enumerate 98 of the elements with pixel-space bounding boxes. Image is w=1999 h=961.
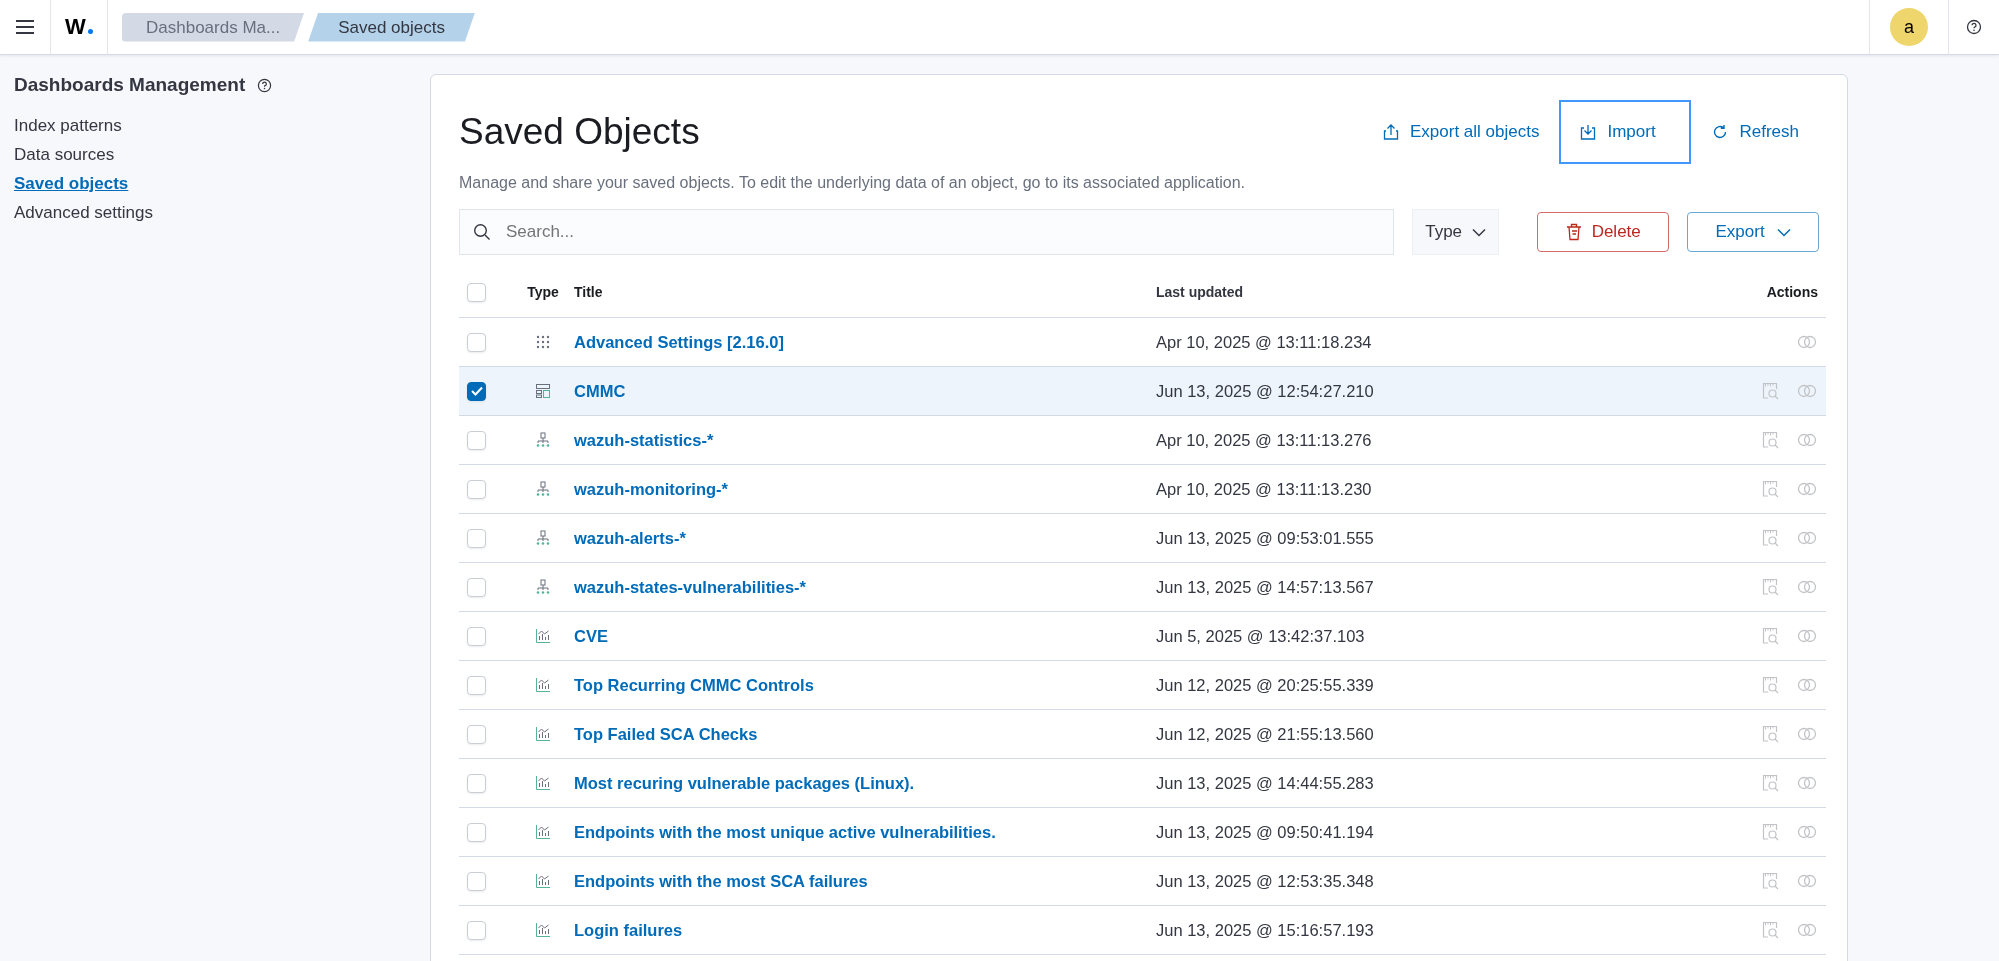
download-icon — [1579, 123, 1598, 141]
upload-icon — [1382, 123, 1400, 141]
last-updated-text: Apr 10, 2025 @ 13:11:13.230 — [1156, 479, 1372, 498]
chart-icon — [535, 726, 551, 742]
last-updated-text: Jun 13, 2025 @ 09:50:41.194 — [1156, 822, 1374, 841]
sidebar-item[interactable]: Saved objects — [14, 170, 416, 199]
sidebar-item[interactable]: Data sources — [14, 141, 416, 170]
relationships-icon[interactable] — [1797, 580, 1817, 594]
inspect-icon[interactable] — [1761, 479, 1781, 499]
last-updated-text: Jun 13, 2025 @ 15:16:57.193 — [1156, 920, 1374, 939]
object-title-link[interactable]: Endpoints with the most SCA failures — [574, 871, 868, 890]
last-updated-text: Jun 13, 2025 @ 12:54:27.210 — [1156, 381, 1374, 400]
hierarchy-icon — [535, 579, 551, 595]
type-filter-button[interactable]: Type — [1412, 209, 1500, 255]
inspect-icon[interactable] — [1761, 430, 1781, 450]
breadcrumb[interactable]: Saved objects — [308, 12, 475, 42]
last-updated-text: Jun 12, 2025 @ 20:25:55.339 — [1156, 675, 1374, 694]
object-title-link[interactable]: Most recuring vulnerable packages (Linux). — [574, 773, 915, 792]
object-title-link[interactable]: wazuh-statistics-* — [574, 430, 714, 449]
user-avatar[interactable]: a — [1890, 8, 1928, 46]
inspect-icon[interactable] — [1761, 675, 1781, 695]
relationships-icon[interactable] — [1797, 923, 1817, 937]
relationships-icon[interactable] — [1797, 874, 1817, 888]
inspect-icon[interactable] — [1761, 773, 1781, 793]
import-button[interactable]: Import — [1559, 100, 1692, 164]
page-description: Manage and share your saved objects. To edit the underlying data of an object, go to its associated application. — [459, 174, 1246, 192]
relationships-icon[interactable] — [1797, 384, 1817, 398]
last-updated-text: Jun 13, 2025 @ 14:57:13.567 — [1156, 577, 1374, 596]
relationships-icon[interactable] — [1797, 727, 1817, 741]
relationships-icon[interactable] — [1797, 335, 1817, 349]
chart-icon — [535, 873, 551, 889]
object-title-link[interactable]: CVE — [574, 626, 608, 645]
export-button[interactable]: Export — [1687, 212, 1819, 252]
object-title-link[interactable]: Top Failed SCA Checks — [574, 724, 758, 743]
relationships-icon[interactable] — [1797, 433, 1817, 447]
object-title-link[interactable]: wazuh-alerts-* — [574, 528, 686, 547]
logo[interactable]: W — [51, 14, 107, 40]
hierarchy-icon — [535, 481, 551, 497]
object-title-link[interactable]: wazuh-monitoring-* — [574, 479, 728, 498]
relationships-icon[interactable] — [1797, 629, 1817, 643]
inspect-icon[interactable] — [1761, 528, 1781, 548]
check-icon — [470, 386, 483, 396]
object-title-link[interactable]: Top Recurring CMMC Controls — [574, 675, 814, 694]
breadcrumb[interactable]: Dashboards Ma... — [122, 12, 305, 42]
hierarchy-icon — [535, 530, 551, 546]
last-updated-text: Apr 10, 2025 @ 13:11:18.234 — [1156, 332, 1372, 351]
delete-button[interactable]: Delete — [1537, 212, 1670, 252]
hierarchy-icon — [535, 432, 551, 448]
last-updated-text: Jun 12, 2025 @ 21:55:13.560 — [1156, 724, 1374, 743]
chart-icon — [535, 677, 551, 693]
last-updated-text: Jun 13, 2025 @ 09:53:01.555 — [1156, 528, 1374, 547]
relationships-icon[interactable] — [1797, 531, 1817, 545]
inspect-icon[interactable] — [1761, 724, 1781, 744]
inspect-icon[interactable] — [1761, 381, 1781, 401]
last-updated-text: Apr 10, 2025 @ 13:11:13.276 — [1156, 430, 1372, 449]
page-title: Saved Objects — [459, 111, 700, 153]
export-button[interactable]: Export all objects — [1362, 100, 1560, 164]
help-icon — [1966, 19, 1982, 35]
chart-icon — [535, 775, 551, 791]
select-all-checkbox[interactable] — [467, 282, 486, 302]
sidebar-item[interactable]: Index patterns — [14, 112, 416, 141]
search-icon — [473, 223, 491, 241]
column-header: Actions — [1766, 284, 1818, 300]
chevron-down-icon — [1472, 227, 1487, 237]
column-header[interactable]: Last updated — [1156, 284, 1244, 300]
inspect-icon[interactable] — [1761, 920, 1781, 940]
sidebar-title: Dashboards Management — [14, 74, 246, 96]
inspect-icon[interactable] — [1761, 871, 1781, 891]
dashboard-icon — [535, 383, 551, 399]
chart-icon — [535, 922, 551, 938]
row-checkbox[interactable] — [467, 381, 486, 401]
sidebar-item[interactable]: Advanced settings — [14, 199, 416, 228]
inspect-icon[interactable] — [1761, 822, 1781, 842]
trash-icon — [1565, 223, 1582, 241]
column-header: Type — [527, 284, 559, 300]
object-title-link[interactable]: Endpoints with the most unique active vulnerabilities. — [574, 822, 996, 841]
relationships-icon[interactable] — [1797, 678, 1817, 692]
relationships-icon[interactable] — [1797, 825, 1817, 839]
search-field[interactable]: Search... — [459, 209, 1394, 255]
chart-icon — [535, 824, 551, 840]
column-header[interactable]: Title — [574, 284, 603, 300]
relationships-icon[interactable] — [1797, 482, 1817, 496]
refresh-button[interactable]: Refresh — [1691, 100, 1819, 164]
inspect-icon[interactable] — [1761, 626, 1781, 646]
inspect-icon[interactable] — [1761, 577, 1781, 597]
object-title-link[interactable]: Advanced Settings [2.16.0] — [574, 332, 784, 351]
menu-icon — [15, 19, 35, 35]
chevron-down-icon — [1776, 227, 1791, 237]
object-title-link[interactable]: Login failures — [574, 920, 683, 939]
chart-icon — [535, 628, 551, 644]
grid-dots-icon — [535, 334, 551, 350]
object-title-link[interactable]: CMMC — [574, 381, 626, 400]
last-updated-text: Jun 13, 2025 @ 12:53:35.348 — [1156, 871, 1374, 890]
last-updated-text: Jun 13, 2025 @ 14:44:55.283 — [1156, 773, 1374, 792]
relationships-icon[interactable] — [1797, 776, 1817, 790]
last-updated-text: Jun 5, 2025 @ 13:42:37.103 — [1156, 626, 1365, 645]
object-title-link[interactable]: wazuh-states-vulnerabilities-* — [574, 577, 806, 596]
help-icon[interactable] — [257, 77, 273, 93]
